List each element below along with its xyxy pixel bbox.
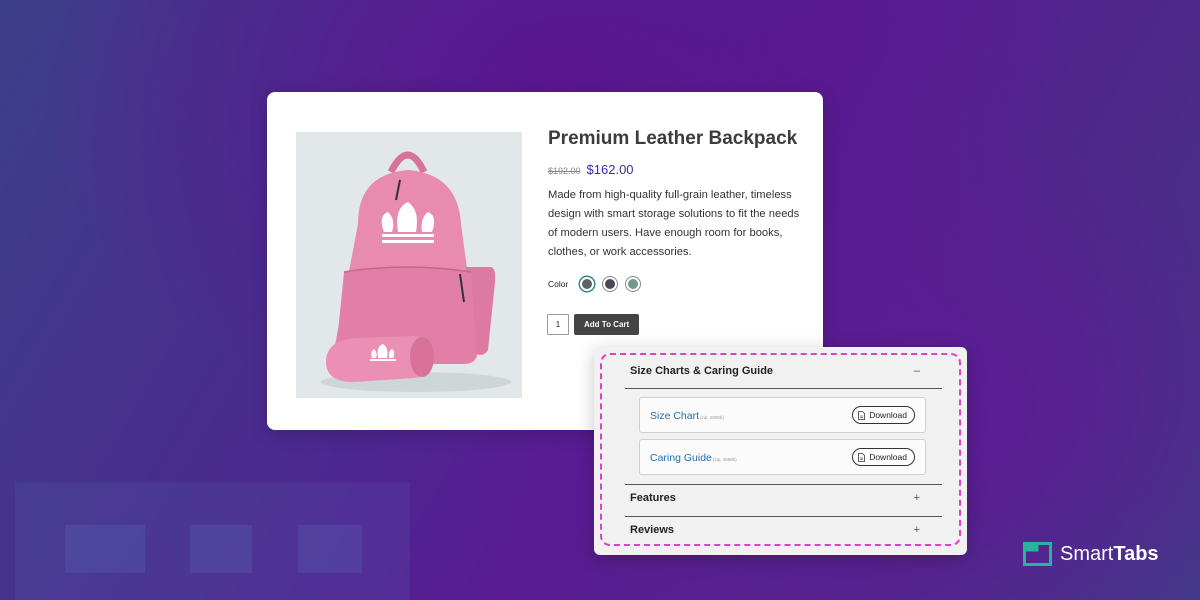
download-label: Size Chart(zip, 2908b) <box>640 406 724 424</box>
brand-name: SmartTabs <box>1060 543 1159 566</box>
download-item-size-chart: Size Chart(zip, 2908b) Download <box>639 397 926 433</box>
background-block <box>190 525 252 573</box>
expand-icon[interactable]: + <box>914 492 942 504</box>
download-label: Caring Guide(zip, 4568b) <box>640 448 737 466</box>
product-title: Premium Leather Backpack <box>548 128 798 149</box>
download-name[interactable]: Caring Guide <box>650 452 712 464</box>
color-swatch-slate[interactable] <box>580 277 595 291</box>
old-price: $192.00 <box>548 166 581 176</box>
accordion-title: Size Charts & Caring Guide <box>630 365 774 377</box>
color-label: Color <box>548 279 569 289</box>
accordion-header-reviews[interactable]: Reviews + <box>625 516 942 544</box>
download-meta: (zip, 2908b) <box>700 415 724 420</box>
quantity-input[interactable] <box>547 314 569 335</box>
accordion-title: Reviews <box>630 524 675 536</box>
color-selector: Color <box>548 277 649 291</box>
smarttabs-logo-icon <box>1023 542 1052 566</box>
background-block <box>65 525 145 573</box>
document-icon <box>858 410 866 420</box>
product-description: Made from high-quality full-grain leathe… <box>548 189 800 258</box>
color-swatch-sage[interactable] <box>626 277 641 291</box>
download-button[interactable]: Download <box>852 406 915 424</box>
download-button-label: Download <box>869 452 907 462</box>
cart-row: Add To Cart <box>547 314 640 335</box>
divider <box>625 388 942 389</box>
collapse-icon[interactable]: – <box>914 365 942 377</box>
sale-price: $162.00 <box>586 162 634 177</box>
color-swatch-charcoal[interactable] <box>603 277 618 291</box>
download-meta: (zip, 4568b) <box>712 457 737 462</box>
accordion-header-features[interactable]: Features + <box>625 484 942 512</box>
backpack-image <box>296 132 522 398</box>
brand-name-part2: Tabs <box>1113 542 1159 565</box>
background-block <box>298 525 362 573</box>
accordion-header-size-charts[interactable]: Size Charts & Caring Guide – <box>625 357 942 385</box>
expand-icon[interactable]: + <box>914 524 942 536</box>
document-icon <box>858 452 866 462</box>
smart-tabs-panel: Size Charts & Caring Guide – Size Chart(… <box>594 347 967 555</box>
download-item-caring-guide: Caring Guide(zip, 4568b) Download <box>639 439 926 475</box>
download-button[interactable]: Download <box>852 448 915 466</box>
brand-name-part1: Smart <box>1060 542 1114 565</box>
add-to-cart-button[interactable]: Add To Cart <box>574 314 640 335</box>
product-image <box>296 132 522 398</box>
brand-logo: SmartTabs <box>1023 542 1159 566</box>
download-button-label: Download <box>869 410 907 420</box>
price-row: $192.00 $162.00 <box>548 162 634 177</box>
download-name[interactable]: Size Chart <box>650 410 699 422</box>
accordion-title: Features <box>630 492 676 504</box>
